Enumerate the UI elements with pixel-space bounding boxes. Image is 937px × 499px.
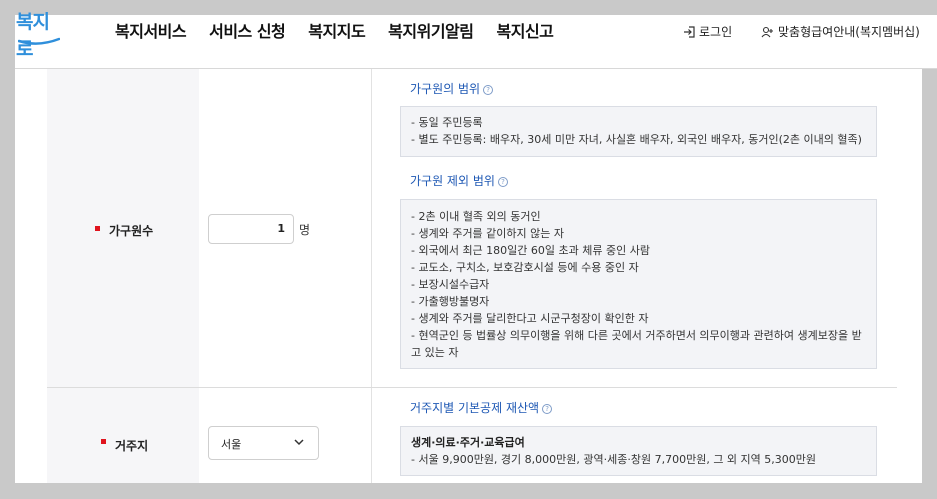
chevron-down-icon — [294, 439, 304, 446]
list-item: - 생계와 주거를 달리한다고 시군구청장이 확인한 자 — [411, 312, 649, 325]
household-scope-title[interactable]: 가구원의 범위? — [410, 80, 494, 97]
person-plus-icon — [761, 26, 773, 37]
residence-select-cell: 서울 — [199, 388, 372, 483]
residence-row: 거주지 서울 거주지별 기본공제 재산액? 생계·의료·주거·교육급여 - 서울… — [47, 388, 897, 483]
main-nav: 복지서비스 서비스 신청 복지지도 복지위기알림 복지신고 — [115, 18, 576, 42]
list-item: - 동일 주민등록 — [411, 116, 483, 129]
household-exclusion-title[interactable]: 가구원 제외 범위? — [410, 172, 508, 189]
form-table: 가구원수 1 명 가구원의 범위? - 동일 주민등록 - 별도 주민등록: 배… — [15, 69, 922, 483]
logo[interactable]: 복지로 — [15, 11, 65, 60]
logo-text: 복지로 — [16, 11, 50, 60]
household-size-label: 가구원수 — [109, 224, 154, 238]
list-item: - 현역군인 등 법률상 의무이행을 위해 다른 곳에서 거주하면서 의무이행과… — [411, 329, 862, 359]
question-circle-icon[interactable]: ? — [497, 177, 508, 187]
list-item: - 생계와 주거를 같이하지 않는 자 — [411, 227, 565, 240]
nav-welfare-services[interactable]: 복지서비스 — [115, 18, 187, 42]
household-size-input[interactable]: 1 — [208, 214, 294, 244]
list-item: - 보장시설수급자 — [411, 278, 490, 291]
list-item: - 가출행방불명자 — [411, 295, 490, 308]
list-item: - 외국에서 최근 180일간 60일 초과 체류 중인 사람 — [411, 244, 650, 257]
nav-crisis-alert[interactable]: 복지위기알림 — [388, 18, 474, 42]
membership-label: 맞춤형급여안내(복지멤버십) — [778, 25, 920, 39]
list-item: - 서울 9,900만원, 경기 8,000만원, 광역·세종·창원 7,700… — [411, 453, 817, 466]
list-item: - 교도소, 구치소, 보호감호시설 등에 수용 중인 자 — [411, 261, 639, 274]
household-size-input-cell: 1 명 — [199, 69, 372, 387]
required-mark — [95, 226, 100, 231]
residence-label-cell: 거주지 — [47, 388, 199, 483]
question-circle-icon[interactable]: ? — [483, 85, 494, 95]
login-arrow-icon — [684, 25, 695, 38]
question-circle-icon[interactable]: ? — [542, 404, 553, 414]
household-size-row: 가구원수 1 명 가구원의 범위? - 동일 주민등록 - 별도 주민등록: 배… — [47, 69, 897, 388]
residence-deduction-box: 생계·의료·주거·교육급여 - 서울 9,900만원, 경기 8,000만원, … — [400, 426, 877, 476]
household-size-unit: 명 — [299, 223, 311, 237]
membership-link[interactable]: 맞춤형급여안내(복지멤버십) — [761, 23, 920, 40]
residence-select[interactable]: 서울 — [208, 426, 319, 460]
list-item: - 별도 주민등록: 배우자, 30세 미만 자녀, 사실혼 배우자, 외국인 … — [411, 133, 862, 146]
site-header: 복지로 복지서비스 서비스 신청 복지지도 복지위기알림 복지신고 로그인 맞춤… — [15, 11, 937, 69]
logo-swoosh-icon — [18, 37, 60, 45]
nav-service-apply[interactable]: 서비스 신청 — [209, 18, 286, 42]
residence-label: 거주지 — [115, 439, 149, 453]
nav-welfare-map[interactable]: 복지지도 — [308, 18, 365, 42]
login-link[interactable]: 로그인 — [683, 23, 732, 40]
required-mark — [101, 439, 106, 444]
login-label: 로그인 — [699, 25, 733, 39]
list-item: - 2촌 이내 혈족 외의 동거인 — [411, 210, 541, 223]
household-scope-box: - 동일 주민등록 - 별도 주민등록: 배우자, 30세 미만 자녀, 사실혼… — [400, 106, 877, 157]
household-size-label-cell: 가구원수 — [47, 69, 199, 387]
benefit-heading: 생계·의료·주거·교육급여 — [411, 436, 525, 449]
household-exclusion-box: - 2촌 이내 혈족 외의 동거인 - 생계와 주거를 같이하지 않는 자 - … — [400, 199, 877, 369]
residence-deduction-title[interactable]: 거주지별 기본공제 재산액? — [410, 399, 553, 416]
residence-select-value: 서울 — [221, 438, 242, 451]
nav-welfare-report[interactable]: 복지신고 — [497, 18, 554, 42]
